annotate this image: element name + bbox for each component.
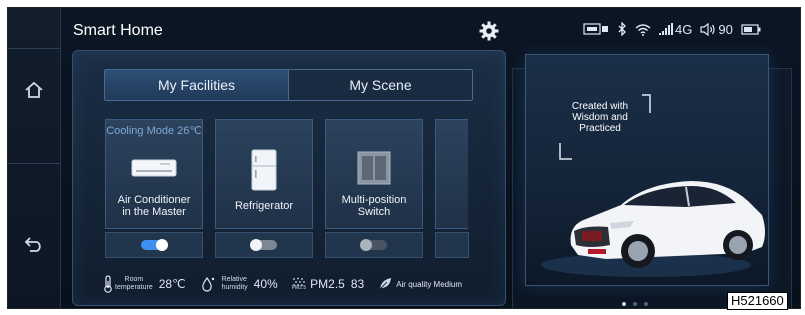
- tab-bar: My Facilities My Scene: [104, 69, 473, 101]
- toggle-switch-off[interactable]: [250, 239, 277, 251]
- leaf-icon: [379, 278, 392, 290]
- back-button[interactable]: [20, 230, 48, 258]
- thermometer-icon: [104, 275, 112, 293]
- humidity-icon: [201, 276, 214, 292]
- carousel-dot-active[interactable]: [622, 302, 626, 306]
- device-mode: Cooling Mode 26℃: [106, 125, 202, 137]
- tab-my-facilities[interactable]: My Facilities: [105, 70, 289, 100]
- back-icon: [24, 237, 41, 252]
- wifi-icon: [635, 23, 651, 36]
- device-label: Multi-position Switch: [341, 194, 407, 218]
- page-title: Smart Home: [73, 22, 163, 39]
- pm25-icon: PM2.5: [292, 277, 306, 291]
- rail-divider: [8, 163, 60, 164]
- network-type: 4G: [675, 21, 693, 37]
- pm25-value: 83: [350, 277, 365, 291]
- promo-caption: Created with Wisdom and Practiced: [571, 101, 629, 134]
- rail-divider: [8, 48, 60, 49]
- infotainment-screen: Smart Home 4G 90 My Facilities My Scene …: [7, 7, 801, 309]
- refrigerator-icon: [216, 148, 312, 192]
- car-image: [541, 94, 765, 277]
- signal-icon: [659, 23, 673, 35]
- home-icon: [25, 81, 43, 98]
- toggle-switch-on[interactable]: [141, 239, 168, 251]
- figure-code: H521660: [727, 292, 788, 310]
- air-quality-status: Air quality Medium: [396, 279, 462, 289]
- room-temperature-label: Room temperature: [115, 276, 153, 291]
- device-toggle-multi-position-switch[interactable]: [325, 232, 423, 258]
- carousel-dot[interactable]: [633, 302, 637, 306]
- toggle-knob: [156, 239, 168, 251]
- smart-home-panel: My Facilities My Scene Cooling Mode 26℃ …: [72, 50, 506, 306]
- humidity-value: 40%: [253, 277, 278, 291]
- toggle-switch-disabled[interactable]: [360, 239, 387, 251]
- carousel-dot[interactable]: [644, 302, 648, 306]
- battery-icon: [741, 23, 761, 35]
- device-label: Air Conditioner in the Master: [117, 194, 191, 218]
- bluetooth-icon: [617, 22, 627, 36]
- device-toggle-refrigerator[interactable]: [215, 232, 313, 258]
- carousel-indicator: [622, 302, 648, 306]
- device-card-refrigerator[interactable]: Refrigerator: [215, 119, 313, 229]
- device-card-partial[interactable]: [435, 119, 468, 229]
- promo-card[interactable]: [525, 54, 769, 286]
- toggle-knob: [250, 239, 262, 251]
- pm25-label: PM2.5: [310, 277, 345, 291]
- sim-icon: [583, 23, 609, 35]
- device-label: Refrigerator: [234, 200, 294, 212]
- device-toggle-partial[interactable]: [435, 232, 469, 258]
- device-toggle-air-conditioner[interactable]: [105, 232, 203, 258]
- volume-level: 90: [718, 21, 733, 37]
- home-button[interactable]: [20, 76, 48, 104]
- toggle-knob: [360, 239, 372, 251]
- environment-bar: Room temperature 28℃ Relative humidity 4…: [103, 272, 462, 296]
- room-temperature-value: 28℃: [158, 277, 186, 291]
- gear-icon[interactable]: [478, 20, 500, 42]
- relative-humidity-label: Relative humidity: [221, 276, 248, 291]
- tab-my-scene[interactable]: My Scene: [289, 70, 472, 100]
- left-rail: [8, 8, 61, 308]
- status-bar: 4G 90: [583, 20, 761, 38]
- device-card-air-conditioner[interactable]: Cooling Mode 26℃ Air Conditioner in the …: [105, 119, 203, 229]
- air-conditioner-icon: [106, 152, 202, 184]
- wall-switch-icon: [326, 150, 422, 186]
- volume-icon: [700, 22, 716, 36]
- device-card-multi-position-switch[interactable]: Multi-position Switch: [325, 119, 423, 229]
